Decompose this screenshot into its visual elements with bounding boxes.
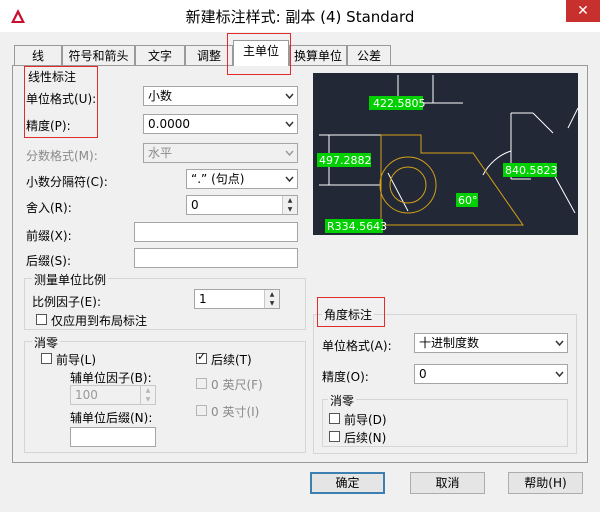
zero-inches-checkbox[interactable] bbox=[196, 405, 207, 416]
ok-button[interactable]: 确定 bbox=[310, 472, 385, 494]
prefix-input[interactable] bbox=[134, 222, 298, 242]
chevron-down-icon bbox=[285, 150, 294, 157]
tab-lines[interactable]: 线 bbox=[14, 45, 62, 65]
preview-dim-top: 422.5805 bbox=[373, 97, 426, 110]
tab-fit[interactable]: 调整 bbox=[185, 45, 233, 65]
chevron-down-icon bbox=[285, 121, 294, 128]
help-button[interactable]: 帮助(H) bbox=[508, 472, 583, 494]
zero-feet-label: 0 英尺(F) bbox=[211, 378, 263, 392]
unit-format-value: 小数 bbox=[148, 89, 173, 103]
unit-format-select[interactable]: 小数 bbox=[143, 86, 298, 106]
preview-dim-radius: R334.5643 bbox=[327, 220, 387, 233]
angular-precision-label: 精度(O): bbox=[322, 370, 369, 384]
prefix-label: 前缀(X): bbox=[26, 229, 72, 243]
chevron-down-icon bbox=[555, 371, 564, 378]
scale-factor-label: 比例因子(E): bbox=[32, 295, 101, 309]
cancel-button[interactable]: 取消 bbox=[410, 472, 485, 494]
round-value: 0 bbox=[191, 198, 199, 212]
suffix-input[interactable] bbox=[134, 248, 298, 268]
precision-value: 0.0000 bbox=[148, 117, 190, 131]
highlight-box-angular bbox=[317, 297, 385, 327]
round-spinner[interactable]: ▲ ▼ bbox=[282, 196, 297, 214]
leading-checkbox[interactable] bbox=[41, 353, 52, 364]
scale-factor-value: 1 bbox=[199, 292, 207, 306]
angular-zero-suppression-label: 消零 bbox=[328, 392, 357, 409]
angular-precision-select[interactable]: 0 bbox=[414, 364, 568, 384]
angular-leading-label: 前导(D) bbox=[344, 413, 387, 427]
scale-factor-input[interactable]: 1 ▲ ▼ bbox=[194, 289, 280, 309]
trailing-label: 后续(T) bbox=[211, 353, 252, 367]
zero-suppression-linear-label: 消零 bbox=[32, 334, 61, 351]
sub-units-factor-spinner[interactable]: ▲ ▼ bbox=[140, 386, 155, 404]
layout-only-label: 仅应用到布局标注 bbox=[51, 314, 148, 328]
angular-trailing-checkbox[interactable] bbox=[329, 431, 340, 442]
angular-precision-value: 0 bbox=[419, 367, 427, 381]
layout-only-checkbox[interactable] bbox=[36, 314, 47, 325]
decimal-separator-value: “.” (句点) bbox=[191, 172, 245, 186]
measurement-scale-label: 测量单位比例 bbox=[32, 271, 109, 288]
tab-alternate-units[interactable]: 换算单位 bbox=[289, 45, 347, 65]
angular-leading-checkbox[interactable] bbox=[329, 413, 340, 424]
fraction-format-value: 水平 bbox=[148, 146, 173, 160]
decimal-separator-select[interactable]: “.” (句点) bbox=[186, 169, 298, 189]
highlight-box-linear bbox=[24, 66, 98, 138]
sub-units-factor-value: 100 bbox=[75, 388, 98, 402]
sub-units-suffix-label: 辅单位后缀(N): bbox=[70, 411, 153, 425]
sub-units-suffix-input[interactable] bbox=[70, 427, 156, 447]
precision-select[interactable]: 0.0000 bbox=[143, 114, 298, 134]
sub-units-factor-label: 辅单位因子(B): bbox=[70, 371, 152, 385]
tab-text[interactable]: 文字 bbox=[135, 45, 185, 65]
fraction-format-label: 分数格式(M): bbox=[26, 149, 98, 163]
tab-tolerances[interactable]: 公差 bbox=[347, 45, 391, 65]
preview-dim-angle: 60° bbox=[458, 194, 478, 207]
chevron-down-icon bbox=[285, 93, 294, 100]
angular-unit-format-value: 十进制度数 bbox=[419, 336, 480, 350]
preview-dim-right: 840.5823 bbox=[505, 164, 558, 177]
preview-dim-left: 497.2882 bbox=[319, 154, 372, 167]
dimension-preview: 422.5805 497.2882 840.5823 60° R334.5643 bbox=[313, 73, 578, 235]
close-button[interactable]: ✕ bbox=[566, 0, 600, 22]
angular-unit-format-label: 单位格式(A): bbox=[322, 339, 392, 353]
tab-symbols-arrows[interactable]: 符号和箭头 bbox=[62, 45, 135, 65]
round-label: 舍入(R): bbox=[26, 201, 72, 215]
zero-feet-checkbox[interactable] bbox=[196, 378, 207, 389]
decimal-separator-label: 小数分隔符(C): bbox=[26, 175, 108, 189]
scale-factor-spinner[interactable]: ▲ ▼ bbox=[264, 290, 279, 308]
sub-units-factor-input[interactable]: 100 ▲ ▼ bbox=[70, 385, 156, 405]
trailing-checkbox[interactable] bbox=[196, 350, 207, 364]
highlight-box-tab bbox=[227, 33, 291, 75]
zero-inches-label: 0 英寸(I) bbox=[211, 405, 260, 419]
chevron-down-icon bbox=[555, 340, 564, 347]
fraction-format-select[interactable]: 水平 bbox=[143, 143, 298, 163]
window-title: 新建标注样式: 副本 (4) Standard bbox=[185, 8, 415, 26]
angular-trailing-label: 后续(N) bbox=[344, 431, 387, 445]
leading-label: 前导(L) bbox=[56, 353, 97, 367]
angular-unit-format-select[interactable]: 十进制度数 bbox=[414, 333, 568, 353]
chevron-down-icon bbox=[285, 176, 294, 183]
suffix-label: 后缀(S): bbox=[26, 254, 72, 268]
round-input[interactable]: 0 ▲ ▼ bbox=[186, 195, 298, 215]
